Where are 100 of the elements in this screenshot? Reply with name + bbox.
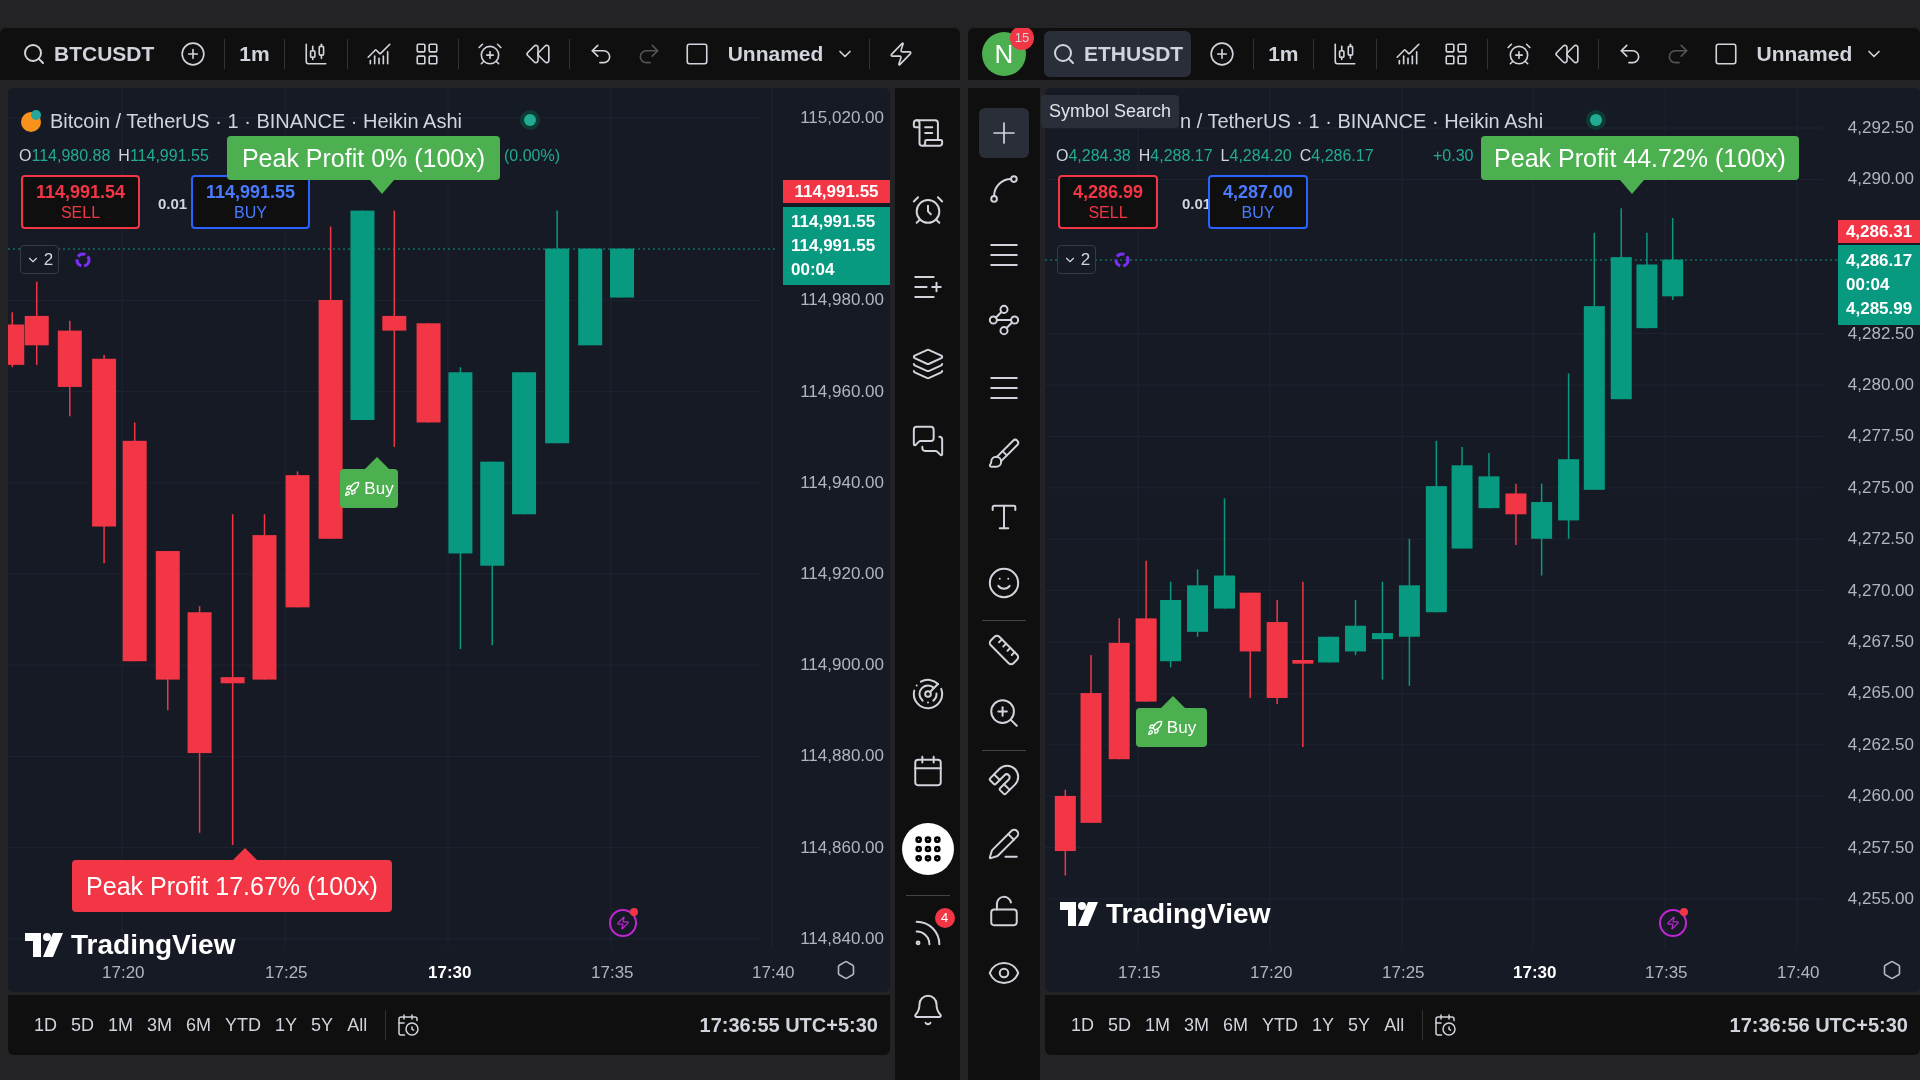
ohlc-value: C4,286.17 bbox=[1299, 146, 1374, 166]
time-label: 17:20 bbox=[1250, 962, 1293, 984]
brush-icon[interactable] bbox=[987, 437, 1021, 471]
range-button[interactable]: 1M bbox=[1139, 1011, 1177, 1039]
price-label: 4,292.50 bbox=[1847, 118, 1914, 138]
crosshair-icon[interactable] bbox=[979, 108, 1029, 158]
range-button[interactable]: 5Y bbox=[1342, 1011, 1377, 1039]
watermark: TradingView bbox=[71, 928, 236, 962]
range-button[interactable]: 6M bbox=[180, 1011, 218, 1039]
price-label: 4,262.50 bbox=[1847, 734, 1914, 755]
price-label: 4,257.50 bbox=[1847, 837, 1914, 858]
range-button[interactable]: 1Y bbox=[1306, 1011, 1341, 1039]
price-label: 114,840.00 bbox=[800, 928, 884, 949]
layout-name[interactable]: Unnamed bbox=[727, 38, 856, 70]
apps-icon[interactable] bbox=[901, 823, 954, 875]
notification-badge: 15 bbox=[1010, 28, 1034, 50]
tag-text: 4,285.99 bbox=[1846, 298, 1914, 320]
chat-icon[interactable] bbox=[910, 424, 945, 458]
tag-text: 4,286.17 bbox=[1846, 250, 1914, 272]
price-label: 114,960.00 bbox=[800, 381, 884, 402]
layout-name[interactable]: Unnamed bbox=[1756, 38, 1885, 70]
radar-icon[interactable] bbox=[910, 677, 945, 711]
time-label: 17:30 bbox=[428, 962, 472, 984]
interval-button[interactable]: 1m bbox=[239, 38, 270, 70]
ruler-icon[interactable] bbox=[987, 633, 1021, 667]
chart-title: Bitcoin / TetherUS · 1 · BINANCE · Heikin Ashi bbox=[50, 109, 462, 134]
candle bbox=[1345, 599, 1366, 656]
range-button[interactable]: All bbox=[341, 1011, 374, 1039]
tag-text: 00:04 bbox=[1846, 274, 1891, 296]
time-label: 17:25 bbox=[265, 962, 308, 984]
price-label: 4,272.50 bbox=[1847, 529, 1914, 550]
symbol-search[interactable]: BTCUSDT bbox=[14, 31, 163, 77]
time-label: 17:20 bbox=[102, 962, 145, 984]
range-button[interactable]: 5D bbox=[65, 1011, 101, 1039]
price-label: 114,920.00 bbox=[800, 564, 884, 584]
lock-icon[interactable] bbox=[987, 894, 1021, 928]
time-label: 17:40 bbox=[752, 962, 795, 984]
range-button[interactable]: 1M bbox=[102, 1011, 140, 1039]
settings-icon[interactable] bbox=[1882, 960, 1902, 980]
buy-signal-label: Buy bbox=[340, 469, 398, 508]
range-button[interactable]: 5Y bbox=[305, 1011, 340, 1039]
pattern-icon[interactable] bbox=[987, 303, 1021, 337]
pencil-icon[interactable] bbox=[987, 827, 1021, 861]
price-label: 114,860.00 bbox=[800, 837, 884, 858]
price-label: 4,277.50 bbox=[1847, 426, 1914, 447]
emoji-icon[interactable] bbox=[987, 566, 1021, 600]
price-label: 4,280.00 bbox=[1847, 375, 1914, 395]
range-button[interactable]: 6M bbox=[1217, 1011, 1255, 1039]
ohlc-value: H114,991.55 bbox=[118, 146, 209, 166]
indicators-toggle[interactable]: 2 bbox=[1057, 245, 1096, 274]
calendar-icon[interactable] bbox=[1433, 1013, 1458, 1037]
time-label: 17:25 bbox=[1382, 962, 1425, 984]
price-label: 114,880.00 bbox=[800, 746, 884, 767]
price-label: 4,290.00 bbox=[1847, 169, 1914, 190]
range-button[interactable]: YTD bbox=[1256, 1011, 1305, 1039]
magnet-icon[interactable] bbox=[987, 763, 1021, 797]
ohlc-value: O114,980.88 bbox=[19, 146, 111, 166]
change-value: (0.00%) bbox=[504, 146, 561, 166]
buy-signal-label: Buy bbox=[1136, 708, 1207, 747]
range-button[interactable]: All bbox=[1378, 1011, 1411, 1039]
line-icon[interactable] bbox=[987, 172, 1021, 206]
interval-button[interactable]: 1m bbox=[1268, 38, 1299, 70]
layers-icon[interactable] bbox=[910, 347, 945, 381]
settings-icon[interactable] bbox=[836, 960, 856, 980]
time-label: 17:30 bbox=[1513, 962, 1557, 984]
candle bbox=[1478, 452, 1500, 509]
sell-button[interactable]: 4,286.99 SELL bbox=[1058, 175, 1158, 229]
range-button[interactable]: 3M bbox=[141, 1011, 179, 1039]
search-icon bbox=[1052, 42, 1076, 66]
symbol-search[interactable]: ETHUSDT bbox=[1044, 31, 1192, 77]
calendar-icon[interactable] bbox=[396, 1013, 421, 1037]
range-button[interactable]: 1Y bbox=[269, 1011, 304, 1039]
candle bbox=[1318, 636, 1340, 664]
rocket-icon bbox=[1146, 719, 1163, 736]
sell-button[interactable]: 114,991.54 SELL bbox=[21, 175, 140, 229]
range-button[interactable]: YTD bbox=[219, 1011, 268, 1039]
coin-icon bbox=[20, 109, 42, 133]
zoom-icon[interactable] bbox=[987, 696, 1021, 730]
time-label: 17:35 bbox=[591, 962, 634, 984]
price-label: 114,940.00 bbox=[800, 472, 884, 493]
price-label: 4,270.00 bbox=[1847, 580, 1914, 601]
buy-button[interactable]: 4,287.00 BUY bbox=[1208, 175, 1308, 229]
alarm-icon[interactable] bbox=[910, 193, 945, 227]
notification-badge: 4 bbox=[934, 908, 955, 928]
range-button[interactable]: 1D bbox=[1065, 1011, 1100, 1039]
buy-button[interactable]: 114,991.55 BUY bbox=[191, 175, 310, 229]
peak-profit-label: Peak Profit 44.72% (100x) bbox=[1481, 136, 1799, 180]
range-button[interactable]: 5D bbox=[1102, 1011, 1138, 1039]
spread-value: 0.01 bbox=[158, 194, 188, 214]
range-button[interactable]: 1D bbox=[28, 1011, 63, 1039]
range-button[interactable]: 3M bbox=[1178, 1011, 1216, 1039]
chart-title: n / TetherUS · 1 · BINANCE · Heikin Ashi bbox=[1180, 109, 1544, 134]
ohlc-value: O4,284.38 bbox=[1056, 146, 1131, 166]
bid-price-tag: 114,991.55 bbox=[783, 180, 890, 203]
peak-profit-label: Peak Profit 17.67% (100x) bbox=[72, 860, 392, 912]
indicators-toggle[interactable]: 2 bbox=[20, 245, 59, 274]
price-label: 114,900.00 bbox=[800, 655, 884, 676]
watchlist-icon[interactable] bbox=[910, 116, 945, 150]
candle bbox=[1187, 568, 1209, 638]
candle bbox=[610, 247, 635, 299]
